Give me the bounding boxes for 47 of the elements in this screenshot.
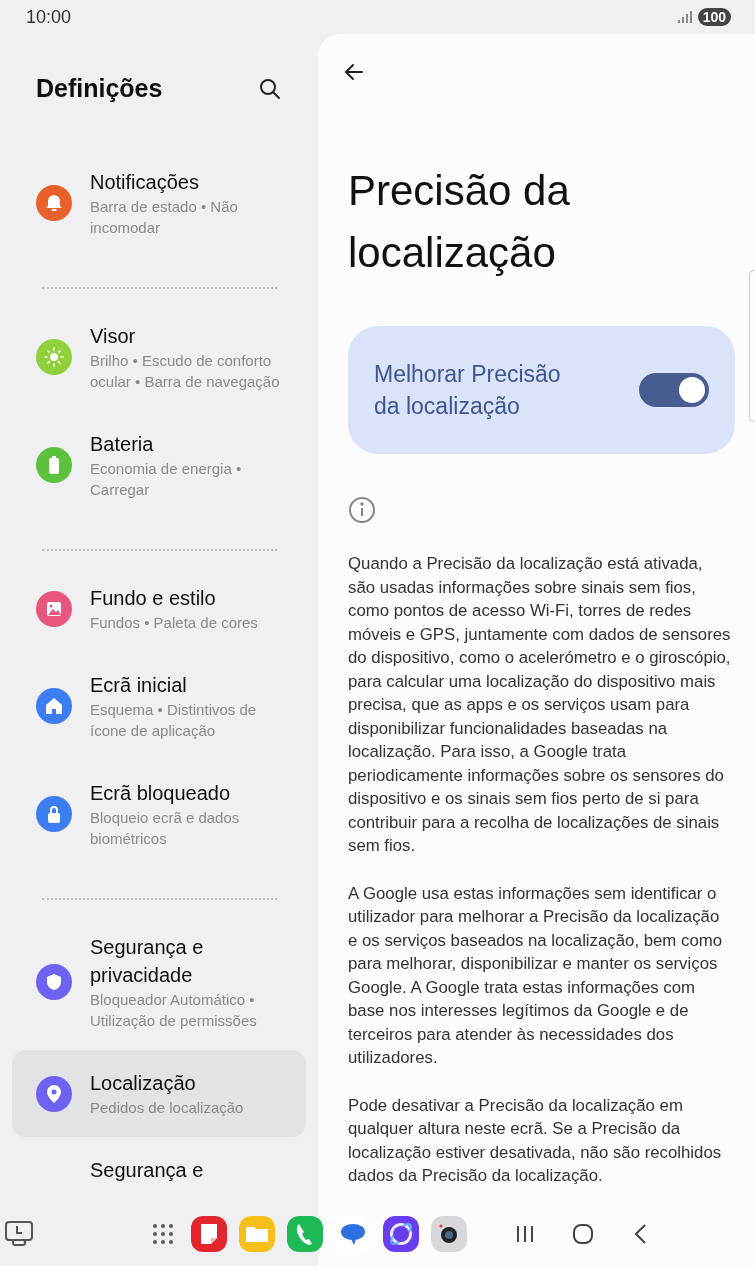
item-title: Ecrã bloqueado [90,781,232,806]
item-subtitle: Economia de energia • Carregar [90,459,243,500]
search-icon[interactable] [258,76,282,101]
settings-item[interactable]: Fundo e estilo Fundos • Paleta de cores [12,565,306,652]
signal-icon [677,11,692,23]
settings-item[interactable]: Segurança e privacidade Bloqueador Automático • Utilização de permissões [12,914,306,1050]
settings-item[interactable]: Ecrã bloqueado Bloqueio ecrã e dados biométricos [12,760,306,868]
settings-item[interactable]: Ecrã inicial Esquema • Distintivos de ícone de aplicação [12,652,306,760]
item-subtitle: Pedidos de localização [90,1098,244,1118]
item-subtitle: Bloqueador Automático • Utilização de permissões [90,990,258,1031]
settings-title: Definições [36,74,163,103]
item-subtitle: Barra de estado • Não incomodar [90,197,239,238]
camera-app-icon[interactable] [430,1215,468,1253]
settings-item[interactable]: Bateria Economia de energia • Carregar [12,411,306,519]
browser-app-icon[interactable] [382,1215,420,1253]
toggle-switch[interactable] [639,373,709,407]
toggle-card[interactable]: Melhorar Precisão da localização [348,326,735,454]
item-title: Localização [90,1071,197,1096]
description-text: Quando a Precisão da localização está ativada, são usadas informações sobre sinais sem fios, como pontos de acesso Wi-Fi, torres de redes móveis e GPS, juntamente com dados de sensores do dispositivo, como o acelerómetro e o giroscópio, para calcular uma localização do dispositivo mais precisa, que as apps e os serviços usam para disponibilizar funcionalidades baseadas na localização. Para isso, a Google trata periodicamente informações sobre os sensores do dispositivo e os sinais sem fios perto de si para contribuir para a recolha de localizações de sinais sem fios. [348,553,732,857]
item-subtitle: Fundos • Paleta de cores [90,613,258,633]
battery-level: 100 [697,8,731,26]
item-title: Segurança e privacidade [90,935,205,988]
item-title: Fundo e estilo [90,586,217,611]
recent-apps-icon[interactable] [4,1220,34,1248]
item-title: Visor [90,324,137,349]
item-subtitle: Brilho • Escudo de conforto ocular • Barra de navegação [90,351,281,392]
home-button[interactable] [572,1223,594,1245]
status-time: 10:00 [26,6,72,28]
info-icon [348,496,376,524]
item-title: Segurança e [90,1158,204,1183]
settings-item[interactable]: Notificações Barra de estado • Não incomodar [12,149,306,257]
apps-grid-icon[interactable] [152,1223,174,1245]
settings-item[interactable]: Visor Brilho • Escudo de conforto ocular • Barra de navegação [12,303,306,411]
notes-app-icon[interactable] [190,1215,228,1253]
item-subtitle: Bloqueio ecrã e dados biométricos [90,808,241,849]
item-title: Bateria [90,432,155,457]
description-text: Pode desativar a Precisão da localização em qualquer altura neste ecrã. Se a Precisão da localização estiver desativada, não são recolhidos dados da Precisão da localização. [348,1094,723,1187]
description-text: A Google usa estas informações sem identificar o utilizador para melhorar a Precisão da localização e os serviços baseados na localização, bem como para melhorar, disponibilizar e manter os serviços Google. A Google trata estas informações com base nos interesses legítimos da Google e de terceiros para atender às necessidades dos utilizadores. [348,882,724,1069]
settings-item[interactable]: Segurança e [12,1137,306,1203]
item-title: Ecrã inicial [90,673,188,698]
toggle-label: Melhorar Precisão da localização [374,360,562,421]
phone-app-icon[interactable] [286,1215,324,1253]
item-title: Notificações [90,170,200,195]
page-title: Precisão da localização [348,166,571,278]
settings-item[interactable]: Localização Pedidos de localização [12,1050,306,1137]
recents-button[interactable] [514,1223,536,1245]
item-subtitle: Esquema • Distintivos de ícone de aplicação [90,700,258,741]
